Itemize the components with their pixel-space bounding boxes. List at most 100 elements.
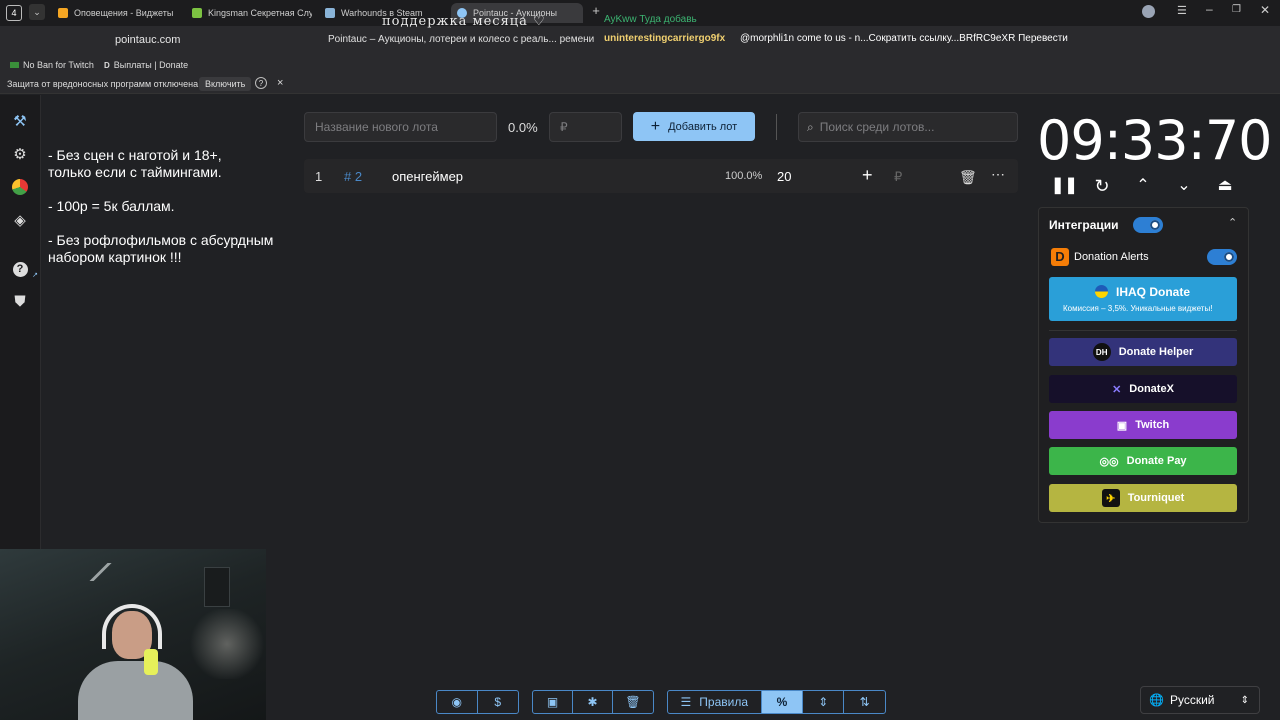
tab-label: Оповещения - Виджеты — [74, 8, 174, 18]
add-lot-button[interactable]: + Добавить лот — [633, 112, 755, 141]
bookmark-no-ban[interactable]: No Ban for Twitch — [10, 60, 94, 70]
rules-button[interactable]: ☰ Правила — [668, 691, 762, 713]
lot-name[interactable]: опенгеймер — [392, 169, 463, 184]
donation-alerts-icon: D — [1051, 248, 1069, 266]
wall-poster — [204, 567, 230, 607]
external-link-icon: ↗ — [32, 272, 38, 279]
lot-row[interactable]: 1 # 2 опенгеймер 100.0% 20 + ₽ 🗑 ⋯ — [304, 159, 1018, 193]
donation-alerts-label: Donation Alerts — [1074, 251, 1149, 263]
add-amount-plus-icon[interactable]: + — [862, 165, 873, 186]
form-divider — [776, 114, 777, 140]
add-lot-label: Добавить лот — [668, 120, 738, 133]
maximize-icon[interactable]: ❐ — [1232, 4, 1241, 15]
url-text[interactable]: pointauc.com — [115, 34, 180, 46]
drink-can — [144, 649, 158, 675]
collapse-up-icon[interactable]: ⏏ — [1215, 176, 1235, 196]
stream-overlay-chat-line: AyKww Туда добавь — [604, 14, 697, 25]
language-select[interactable]: 🌐 Русский ⇕ — [1140, 686, 1260, 714]
select-arrows-icon: ⇕ — [1240, 694, 1249, 706]
enable-protection-button[interactable]: Включить — [199, 77, 252, 91]
tab-kingsman[interactable]: Kingsman Секретная Слу — [186, 3, 312, 23]
collapse-chevron-icon[interactable]: ⌃ — [1228, 216, 1237, 229]
layers-icon[interactable]: ◈ — [11, 211, 29, 229]
auction-timer: 09:33:70 — [1037, 109, 1273, 172]
clear-trash-icon[interactable]: 🗑 — [613, 691, 653, 713]
stream-overlay-title: поддержка месяца ♡ — [382, 14, 546, 29]
help-icon[interactable]: ? — [11, 260, 29, 278]
bug-icon[interactable]: ✱ — [573, 691, 613, 713]
pie-chart-icon[interactable] — [11, 178, 29, 196]
donate-helper-button[interactable]: DH Donate Helper — [1049, 338, 1237, 366]
integrations-toggle[interactable] — [1133, 217, 1163, 233]
lot-name-input[interactable]: Название нового лота — [304, 112, 497, 142]
ihaq-title: IHAQ Donate — [1116, 285, 1191, 299]
new-tab-plus-icon[interactable]: + — [589, 4, 603, 18]
bookmarks-bar: No Ban for Twitch D Выплаты | Donate — [0, 56, 1280, 74]
toolbar-group-tools: ▣ ✱ 🗑 — [532, 690, 654, 714]
tab-label: Kingsman Секретная Слу — [208, 8, 312, 18]
headphones — [102, 604, 162, 649]
time-up-chevron-icon[interactable]: ⌃ — [1133, 176, 1153, 196]
save-icon[interactable]: ▣ — [533, 691, 573, 713]
plus-icon: + — [650, 117, 661, 135]
toolbar-group-view: ☰ Правила % ⇕ ⇅ — [667, 690, 886, 714]
percent-toggle-icon[interactable]: % — [761, 691, 804, 713]
bookmark-payouts[interactable]: D Выплаты | Donate — [104, 60, 188, 70]
language-label: Русский — [1169, 693, 1215, 707]
tourniquet-icon: ✈ — [1101, 489, 1120, 507]
security-warning-text: Защита от вредоносных программ отключена — [7, 79, 199, 89]
donate-pay-button[interactable]: ◎◎ Donate Pay — [1049, 447, 1237, 475]
security-warning-bar: Защита от вредоносных программ отключена… — [0, 74, 1280, 94]
compress-icon[interactable]: ⇕ — [803, 691, 845, 713]
close-warning-icon[interactable]: × — [277, 77, 283, 89]
reset-icon[interactable]: ↻ — [1092, 176, 1112, 196]
donatex-label: DonateX — [1129, 383, 1174, 395]
donation-alerts-toggle[interactable] — [1207, 249, 1237, 265]
tab-favicon — [192, 8, 202, 18]
settings-icon[interactable]: ⚙ — [11, 145, 29, 163]
pause-icon[interactable]: ❚❚ — [1051, 176, 1078, 196]
tourniquet-button[interactable]: ✈ Tourniquet — [1049, 484, 1237, 512]
lot-currency[interactable]: ₽ — [894, 169, 902, 185]
list-icon: ☰ — [680, 695, 692, 709]
dollar-icon[interactable]: $ — [478, 691, 519, 713]
more-options-icon[interactable]: ⋯ — [991, 166, 1005, 183]
twitch-icon: ▣ — [1116, 419, 1128, 432]
lot-amount-input[interactable]: ₽ — [549, 112, 622, 142]
integrations-divider — [1049, 330, 1237, 331]
tab-counter[interactable]: 4 — [6, 5, 22, 21]
ihaq-donate-button[interactable]: IHAQ Donate Комиссия – 3,5%. Уникальные … — [1049, 277, 1237, 321]
delete-lot-trash-icon[interactable]: 🗑 — [959, 169, 977, 186]
donatex-button[interactable]: ✕ DonateX — [1049, 375, 1237, 403]
twitch-label: Twitch — [1135, 419, 1170, 431]
lot-percent-value: 0.0% — [508, 120, 538, 135]
webcam-overlay — [0, 549, 266, 720]
lot-search-input[interactable]: ⌕ Поиск среди лотов... — [798, 112, 1018, 142]
github-icon[interactable]: ◉ — [437, 691, 478, 713]
lot-amount[interactable]: 20 — [777, 169, 791, 184]
help-circle-icon[interactable]: ? — [255, 77, 267, 89]
donate-helper-icon: DH — [1092, 343, 1111, 361]
lot-id[interactable]: # 2 — [344, 169, 362, 184]
lot-index: 1 — [315, 169, 323, 184]
person-body — [78, 661, 193, 720]
sort-icon[interactable]: ⇅ — [844, 691, 885, 713]
close-window-icon[interactable]: ✕ — [1260, 3, 1270, 17]
lamp-glow — [182, 609, 266, 679]
minimize-icon[interactable]: – — [1206, 2, 1213, 16]
rules-label: Правила — [699, 695, 749, 709]
tab-list-chevron-icon[interactable]: ⌄ — [29, 4, 45, 20]
rules-text: - Без сцен с наготой и 18+, только если … — [48, 147, 274, 265]
time-down-chevron-icon[interactable]: ⌄ — [1174, 176, 1194, 196]
profile-avatar-icon[interactable] — [1142, 5, 1155, 18]
integrations-title: Интеграции — [1049, 218, 1119, 232]
twitch-button[interactable]: ▣ Twitch — [1049, 411, 1237, 439]
wall-mountain-art — [80, 563, 130, 581]
donate-pay-label: Donate Pay — [1126, 455, 1187, 467]
shield-check-icon[interactable]: ⛊ — [11, 292, 29, 310]
menu-icon[interactable]: ☰ — [1177, 4, 1187, 17]
tab-notifications[interactable]: Оповещения - Виджеты — [52, 3, 178, 23]
auction-icon[interactable]: ⚒ — [11, 112, 29, 130]
bookmark-icon — [10, 62, 19, 68]
donate-helper-label: Donate Helper — [1118, 346, 1194, 358]
